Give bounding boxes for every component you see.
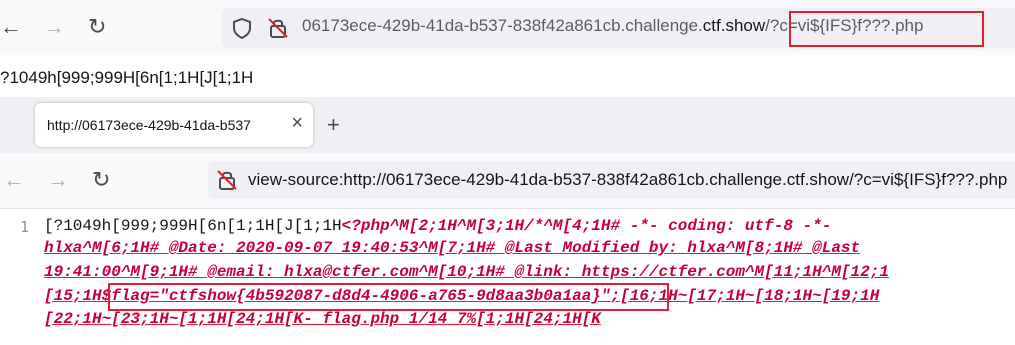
- flag-highlight-box: [108, 283, 669, 311]
- arrow-left-icon[interactable]: ←: [0, 16, 22, 38]
- tab-title: http://06173ece-429b-41da-b537: [47, 117, 251, 133]
- url-prefix: 06173ece-429b-41da-b537-838f42a861cb.cha…: [302, 16, 703, 35]
- control-sequence-text: [?1049h[999;999H[6n[1;1H[J[1;1H: [44, 217, 342, 235]
- new-tab-button[interactable]: +: [327, 112, 340, 138]
- source-line-5: [22;1H~[23;1H~[1;1H[24;1H[K- flag.php 1/…: [44, 310, 601, 328]
- source-line-2: hlxa^M[6;1H# @Date: 2020-09-07 19:40:53^…: [44, 239, 861, 257]
- close-icon[interactable]: ×: [291, 112, 303, 135]
- arrow-right-icon[interactable]: →: [47, 169, 69, 191]
- arrow-right-icon[interactable]: →: [43, 16, 65, 38]
- source-view: 1 [?1049h[999;999H[6n[1;1H[J[1;1H<?php^M…: [0, 213, 1015, 345]
- browser-tab[interactable]: http://06173ece-429b-41da-b537 ×: [35, 103, 313, 147]
- terminal-garbage-text: ?1049h[999;999H[6n[1;1H[J[1;1H: [0, 68, 254, 87]
- url-domain: ctf.show: [702, 16, 766, 35]
- insecure-lock-icon[interactable]: [216, 169, 238, 191]
- source-line-3: 19:41:00^M[9;1H# @email: hlxa@ctfer.com^…: [44, 263, 889, 281]
- line-number: 1: [20, 218, 30, 236]
- query-highlight-box: [789, 11, 984, 47]
- reload-icon[interactable]: ↻: [92, 169, 110, 191]
- shield-icon[interactable]: [232, 17, 252, 39]
- arrow-left-icon[interactable]: ←: [3, 169, 25, 191]
- php-open-text: <?php^M[2;1H^M[3;1H/*^M[4;1H# -*- coding…: [341, 217, 832, 235]
- insecure-lock-icon[interactable]: [267, 17, 289, 39]
- reload-icon[interactable]: ↻: [88, 16, 106, 38]
- view-source-url[interactable]: view-source:http://06173ece-429b-41da-b5…: [248, 170, 1007, 190]
- line4-prefix: [15;1H: [44, 287, 102, 305]
- source-line-1: [?1049h[999;999H[6n[1;1H[J[1;1H<?php^M[2…: [44, 217, 831, 235]
